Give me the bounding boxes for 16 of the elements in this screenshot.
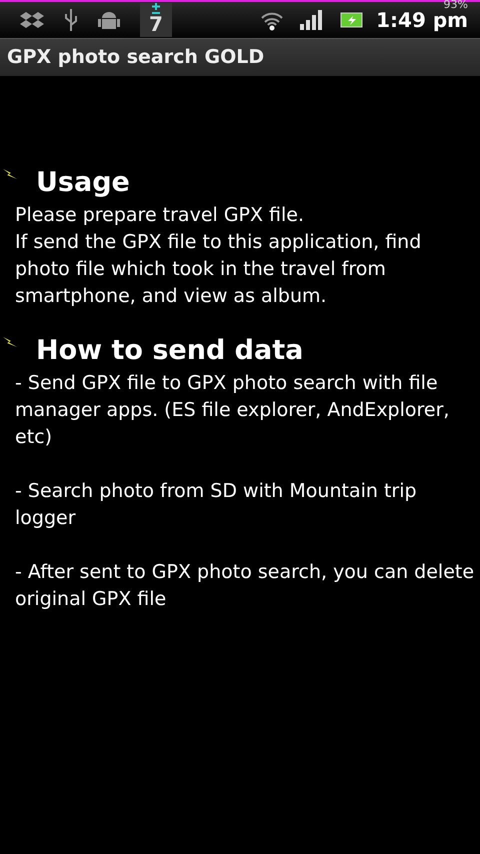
body-text: If send the GPX file to this application, find photo file which took in the travel from smartphone, and view as album. xyxy=(15,230,422,309)
plus-minus-icon xyxy=(151,3,161,14)
section-heading: Usage xyxy=(36,166,130,200)
lightning-icon xyxy=(2,168,18,180)
app-title: GPX photo search GOLD xyxy=(7,45,264,70)
body-text: Please prepare travel GPX file. xyxy=(15,203,306,228)
notification-count: 7 xyxy=(149,14,163,34)
body-text: - After sent to GPX photo search, you can delete original GPX file xyxy=(15,560,476,612)
body-text: - Send GPX file to GPX photo search with file manager apps. (ES file explorer, AndExplorer, etc) xyxy=(15,371,450,450)
calendar-notification[interactable]: 7 xyxy=(140,3,172,37)
robot-icon[interactable] xyxy=(98,9,120,31)
battery-icon xyxy=(340,12,364,28)
section-heading: How to send data xyxy=(36,334,304,368)
body-text: - Search photo from SD with Mountain trip logger xyxy=(15,479,418,531)
lightning-icon xyxy=(2,336,18,348)
signal-icon xyxy=(300,10,324,30)
